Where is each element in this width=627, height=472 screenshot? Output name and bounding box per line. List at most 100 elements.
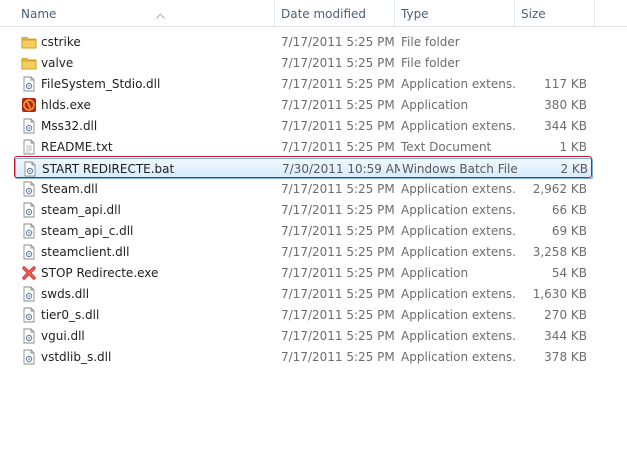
- file-size: 380 KB: [544, 98, 587, 112]
- column-header-bar: Name Date modified Type Size: [0, 0, 627, 27]
- file-row[interactable]: Mss32.dll 7/17/2011 5:25 PM Application ex…: [15, 116, 593, 137]
- file-name: FileSystem_Stdio.dll: [41, 77, 161, 91]
- file-date-modified: 7/17/2011 5:25 PM: [281, 308, 395, 322]
- file-row[interactable]: tier0_s.dll 7/17/2011 5:25 PM Application …: [15, 305, 593, 326]
- dll-icon: [21, 223, 37, 239]
- file-date-modified: 7/17/2011 5:25 PM: [281, 35, 395, 49]
- file-name: Mss32.dll: [41, 119, 98, 133]
- file-type: Application extens...: [401, 308, 517, 322]
- file-name: Steam.dll: [41, 182, 98, 196]
- text-document-icon: [21, 139, 37, 155]
- file-row[interactable]: Steam.dll 7/17/2011 5:25 PM Application ex…: [15, 179, 593, 200]
- file-name: cstrike: [41, 35, 81, 49]
- file-row[interactable]: FileSystem_Stdio.dll 7/17/2011 5:25 PM App…: [15, 74, 593, 95]
- file-date-modified: 7/17/2011 5:25 PM: [281, 350, 395, 364]
- file-type: Text Document: [401, 140, 492, 154]
- column-header-type[interactable]: Type: [395, 0, 515, 26]
- dll-icon: [21, 286, 37, 302]
- file-row[interactable]: cstrike 7/17/2011 5:25 PM File folder: [15, 32, 593, 53]
- file-size: 270 KB: [544, 308, 587, 322]
- file-size: 344 KB: [544, 329, 587, 343]
- file-name: valve: [41, 56, 74, 70]
- file-size: 117 KB: [544, 77, 587, 91]
- file-row[interactable]: README.txt 7/17/2011 5:25 PM Text Document…: [15, 137, 593, 158]
- column-header-name[interactable]: Name: [15, 0, 275, 26]
- file-type: Application extens...: [401, 119, 517, 133]
- file-row[interactable]: STOP Redirecte.exe 7/17/2011 5:25 PM Appli…: [15, 263, 593, 284]
- file-date-modified: 7/17/2011 5:25 PM: [281, 182, 395, 196]
- file-name: STOP Redirecte.exe: [41, 266, 159, 280]
- file-row[interactable]: vgui.dll 7/17/2011 5:25 PM Application ext…: [15, 326, 593, 347]
- column-header-size-label: Size: [521, 7, 546, 21]
- dll-icon: [21, 76, 37, 92]
- file-row[interactable]: steam_api.dll 7/17/2011 5:25 PM Applicatio…: [15, 200, 593, 221]
- dll-icon: [21, 307, 37, 323]
- file-date-modified: 7/17/2011 5:25 PM: [281, 266, 395, 280]
- file-size: 1,630 KB: [532, 287, 587, 301]
- file-type: Application extens...: [401, 77, 517, 91]
- folder-icon: [21, 34, 37, 50]
- dll-icon: [21, 328, 37, 344]
- file-name: START REDIRECTE.bat: [42, 162, 175, 176]
- file-row[interactable]: hlds.exe 7/17/2011 5:25 PM Application 380 …: [15, 95, 593, 116]
- file-row[interactable]: steam_api_c.dll 7/17/2011 5:25 PM Applicat…: [15, 221, 593, 242]
- dll-icon: [21, 181, 37, 197]
- file-name: tier0_s.dll: [41, 308, 100, 322]
- file-type: Application extens...: [401, 203, 517, 217]
- column-header-name-label: Name: [21, 7, 57, 21]
- file-size: 2,962 KB: [532, 182, 587, 196]
- file-date-modified: 7/17/2011 5:25 PM: [281, 119, 395, 133]
- file-date-modified: 7/17/2011 5:25 PM: [281, 98, 395, 112]
- file-date-modified: 7/17/2011 5:25 PM: [281, 224, 395, 238]
- column-header-size[interactable]: Size: [515, 0, 595, 26]
- file-name: README.txt: [41, 140, 113, 154]
- file-size: 3,258 KB: [532, 245, 587, 259]
- file-name: hlds.exe: [41, 98, 91, 112]
- file-type: Application extens...: [401, 329, 517, 343]
- dll-icon: [21, 118, 37, 134]
- file-row[interactable]: vstdlib_s.dll 7/17/2011 5:25 PM Applicatio…: [15, 347, 593, 368]
- batch-file-icon: [22, 161, 38, 177]
- red-x-icon: [21, 265, 37, 281]
- file-type: Application extens...: [401, 245, 517, 259]
- file-date-modified: 7/17/2011 5:25 PM: [281, 56, 395, 70]
- column-header-type-label: Type: [401, 7, 429, 21]
- file-row[interactable]: steamclient.dll 7/17/2011 5:25 PM Applicat…: [15, 242, 593, 263]
- dll-icon: [21, 244, 37, 260]
- column-header-date[interactable]: Date modified: [275, 0, 395, 26]
- file-size: [517, 32, 587, 53]
- file-size: 1 KB: [559, 140, 587, 154]
- file-type: Application extens...: [401, 182, 517, 196]
- column-header-date-label: Date modified: [281, 7, 367, 21]
- file-type: Application extens...: [401, 350, 517, 364]
- file-type: Application: [401, 98, 469, 112]
- file-row[interactable]: swds.dll 7/17/2011 5:25 PM Application ext…: [15, 284, 593, 305]
- file-name: steam_api.dll: [41, 203, 121, 217]
- file-type: File folder: [401, 35, 460, 49]
- file-name: swds.dll: [41, 287, 90, 301]
- file-size: 54 KB: [551, 266, 587, 280]
- file-row[interactable]: valve 7/17/2011 5:25 PM File folder: [15, 53, 593, 74]
- hlds-exe-icon: [21, 97, 37, 113]
- file-date-modified: 7/17/2011 5:25 PM: [281, 329, 395, 343]
- file-type: Application extens...: [401, 287, 517, 301]
- file-date-modified: 7/17/2011 5:25 PM: [281, 203, 395, 217]
- file-size: 69 KB: [551, 224, 587, 238]
- file-date-modified: 7/17/2011 5:25 PM: [281, 287, 395, 301]
- sort-ascending-icon: [156, 1, 165, 29]
- dll-icon: [21, 202, 37, 218]
- file-size: 66 KB: [551, 203, 587, 217]
- file-name: vstdlib_s.dll: [41, 350, 112, 364]
- file-type: Windows Batch File: [402, 162, 518, 176]
- folder-icon: [21, 55, 37, 71]
- file-row[interactable]: START REDIRECTE.bat 7/30/2011 10:59 AM Win…: [15, 158, 593, 179]
- file-type: Application extens...: [401, 224, 517, 238]
- file-size: 378 KB: [544, 350, 587, 364]
- file-name: steamclient.dll: [41, 245, 130, 259]
- file-date-modified: 7/30/2011 10:59 AM: [282, 162, 400, 176]
- file-size: 2 KB: [560, 162, 588, 176]
- file-type: Application: [401, 266, 469, 280]
- file-size: [517, 53, 587, 74]
- file-date-modified: 7/17/2011 5:25 PM: [281, 245, 395, 259]
- file-type: File folder: [401, 56, 460, 70]
